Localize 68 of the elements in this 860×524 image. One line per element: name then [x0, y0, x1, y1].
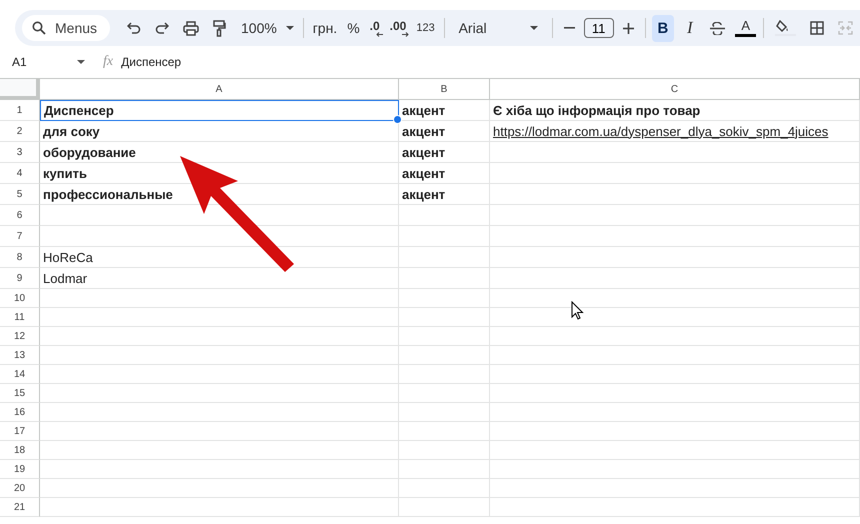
undo-icon[interactable] — [127, 22, 141, 34]
italic-button[interactable]: I — [678, 14, 702, 42]
link[interactable]: https://lodmar.com.ua/dyspenser_dlya_sokiv_spm_4juices — [493, 124, 828, 138]
minus-icon[interactable] — [564, 27, 575, 29]
table-cell: акцент — [399, 163, 490, 184]
row-header[interactable]: 14 — [0, 365, 40, 384]
currency-button[interactable]: грн. — [312, 20, 338, 36]
fill-color-icon[interactable] — [775, 20, 796, 36]
table-cell: акцент — [399, 100, 490, 121]
row-header[interactable]: 7 — [0, 226, 40, 247]
row-header[interactable]: 17 — [0, 422, 40, 441]
redo-icon[interactable] — [155, 22, 169, 34]
row-header[interactable]: 1 — [0, 100, 40, 121]
row-header[interactable]: 21 — [0, 498, 40, 517]
text-color-button[interactable]: A — [734, 14, 758, 42]
row-header[interactable]: 9 — [0, 268, 40, 289]
row-header[interactable]: 13 — [0, 346, 40, 365]
borders-icon[interactable] — [810, 21, 824, 35]
row-header[interactable]: 20 — [0, 479, 40, 498]
row-header[interactable]: 4 — [0, 163, 40, 184]
number-format-button[interactable]: 123 — [416, 22, 435, 34]
row-header[interactable]: 18 — [0, 441, 40, 460]
merge-cells-icon[interactable] — [838, 21, 853, 35]
row-header[interactable]: 12 — [0, 327, 40, 346]
row-header[interactable]: 2 — [0, 121, 40, 142]
strikethrough-icon[interactable] — [710, 22, 726, 34]
column-header[interactable]: C — [490, 79, 860, 100]
search-field[interactable]: Menus — [22, 15, 110, 41]
percent-button[interactable]: % — [347, 20, 360, 36]
row-header[interactable]: 6 — [0, 205, 40, 226]
table-cell: для соку — [40, 121, 399, 142]
paint-format-icon[interactable] — [213, 20, 226, 36]
plus-icon[interactable] — [622, 22, 634, 34]
font-dropdown[interactable]: Arial — [458, 20, 538, 36]
formula-field[interactable]: Диспенсер — [121, 55, 182, 69]
zoom-dropdown[interactable]: 100% — [241, 20, 294, 36]
arrow-right-icon — [402, 32, 410, 37]
row-header[interactable]: 8 — [0, 247, 40, 268]
column-header[interactable]: B — [399, 79, 490, 100]
row-header[interactable]: 11 — [0, 308, 40, 327]
fill-handle[interactable] — [393, 115, 402, 124]
column-header[interactable]: A — [40, 79, 399, 100]
search-input[interactable]: Menus — [55, 20, 110, 36]
print-icon[interactable] — [183, 20, 199, 36]
cell-reference[interactable]: A1 — [12, 55, 72, 69]
decrease-decimals-button[interactable]: .0 — [370, 19, 380, 37]
table-cell: акцент — [399, 142, 490, 163]
row-header[interactable]: 16 — [0, 403, 40, 422]
arrow-left-icon — [376, 32, 383, 37]
function-label: fx — [103, 54, 114, 70]
table-cell: акцент — [399, 121, 490, 142]
row-header[interactable]: 15 — [0, 384, 40, 403]
table-cell: акцент — [399, 184, 490, 205]
caret-icon — [286, 26, 294, 30]
mouse-pointer-icon — [571, 301, 584, 320]
caret-icon — [530, 26, 538, 30]
row-header[interactable]: 5 — [0, 184, 40, 205]
table-cell: Диспенсер — [40, 100, 399, 121]
search-icon — [32, 21, 46, 35]
table-cell: Lodmar — [40, 268, 399, 289]
increase-decimals-button[interactable]: .00 — [390, 19, 406, 37]
row-header[interactable]: 3 — [0, 142, 40, 163]
row-header[interactable]: 19 — [0, 460, 40, 479]
row-header[interactable]: 10 — [0, 289, 40, 308]
bold-button[interactable]: B — [652, 14, 674, 42]
font-size-field[interactable]: 11 — [584, 18, 614, 38]
table-cell: Є хіба що інформація про товар — [490, 100, 860, 121]
caret-icon[interactable] — [77, 60, 85, 64]
